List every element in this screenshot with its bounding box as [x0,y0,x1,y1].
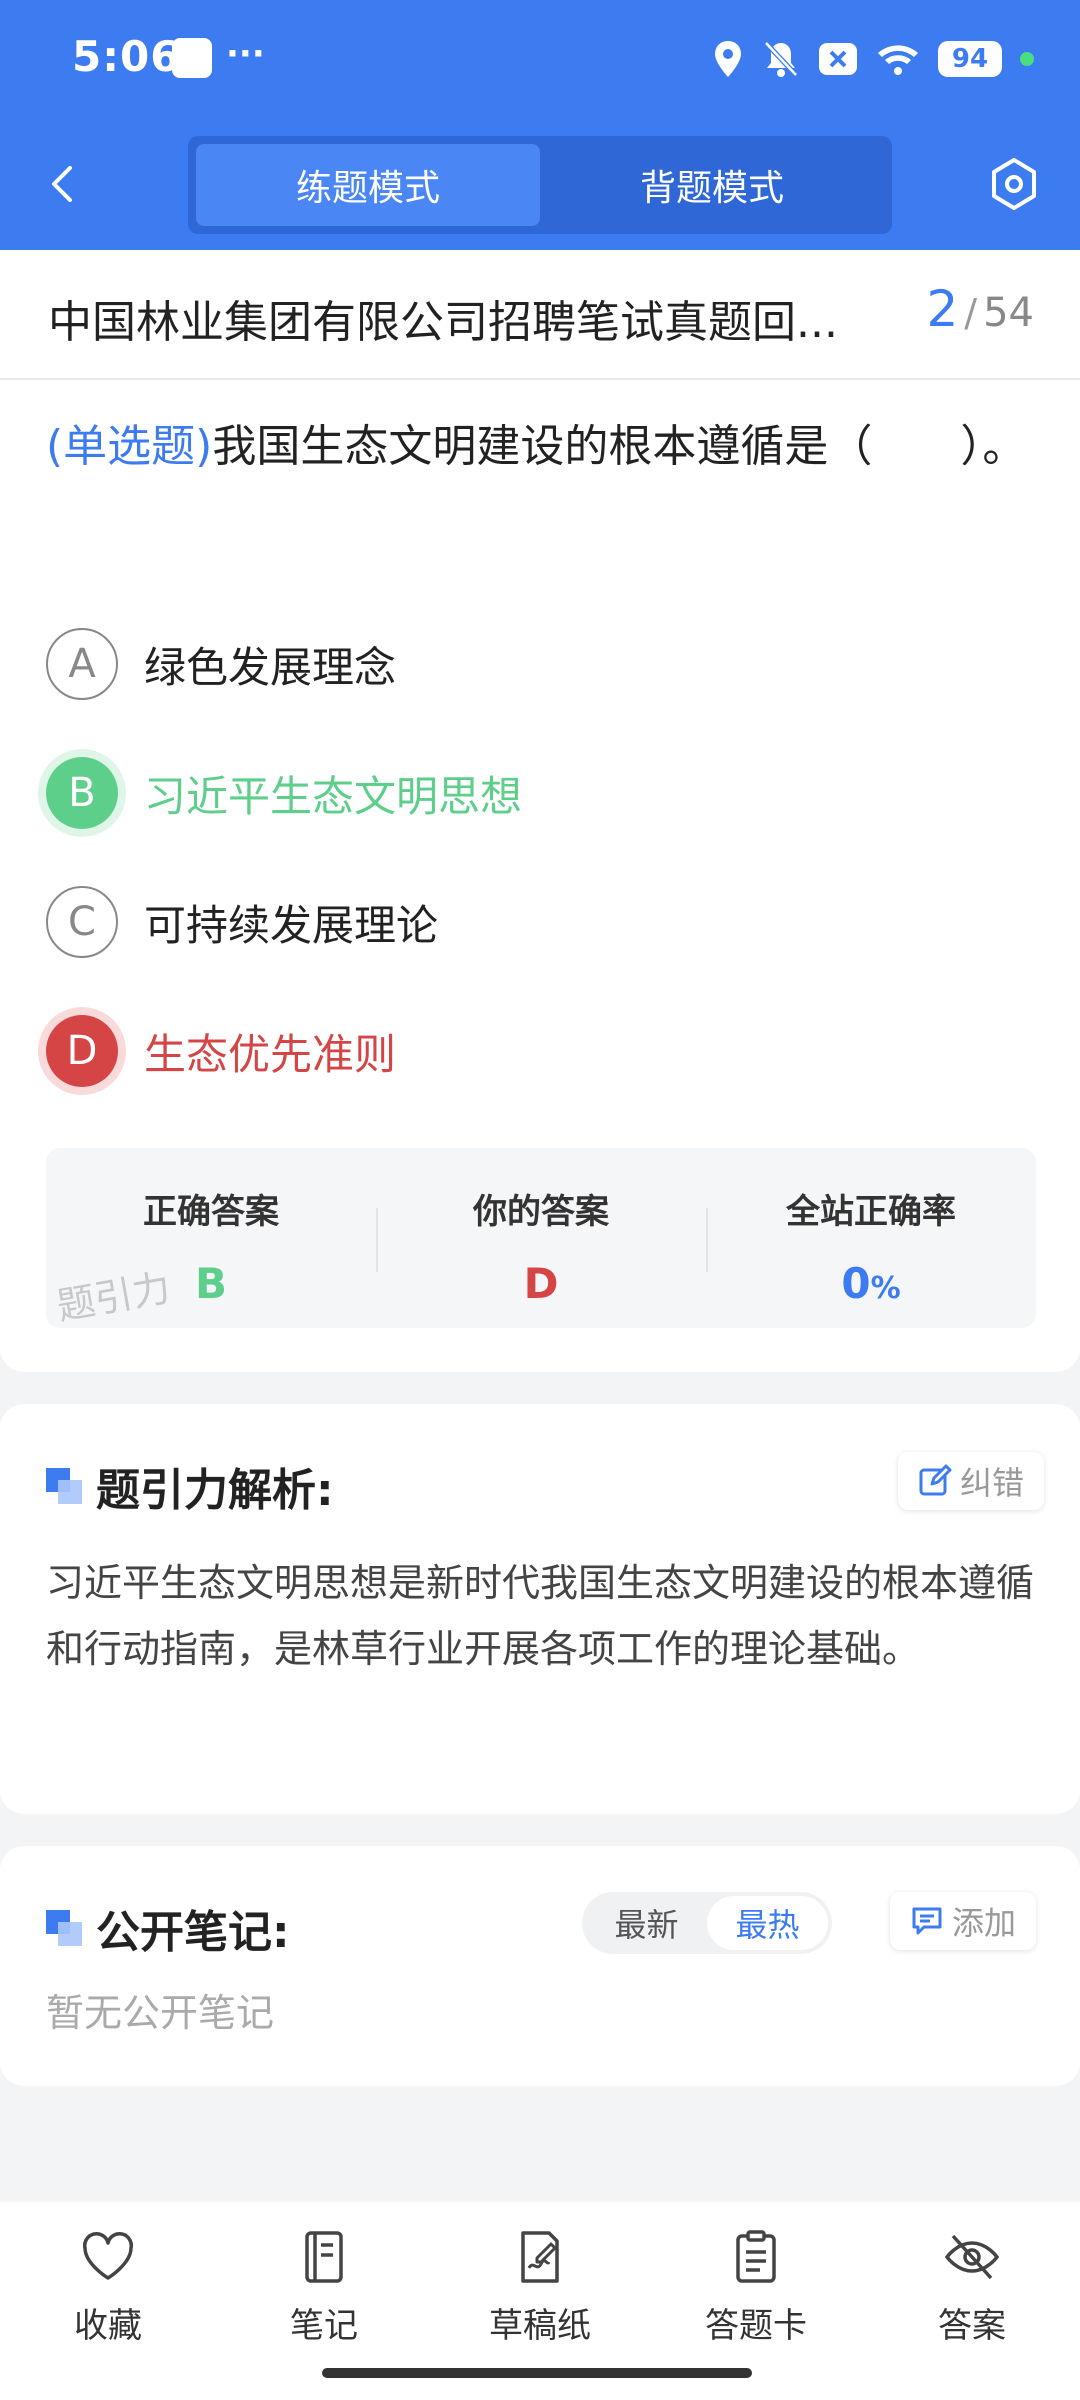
question-type: (单选题) [46,421,213,472]
notebook-icon [305,2231,343,2283]
notes-label: 笔记 [290,2306,358,2346]
section-squares-icon [46,1910,82,1946]
avatar [172,38,212,78]
favorite-button[interactable]: 收藏 [0,2202,216,2400]
mode-switch: 练题模式 背题模式 [188,136,892,234]
paper-title: 中国林业集团有限公司招聘笔试真题回... [48,297,838,348]
tab-memorize-mode[interactable]: 背题模式 [540,144,884,226]
your-answer-label: 你的答案 [473,1192,609,1232]
accuracy-label: 全站正确率 [786,1192,956,1232]
edit-icon [919,1464,952,1496]
close-box-icon [819,43,857,75]
wifi-icon [878,45,918,75]
question-stem: (单选题)我国生态文明建设的根本遵循是（ ）。 [46,400,1036,494]
option-text: 习近平生态文明思想 [144,771,523,821]
accuracy-unit: % [870,1271,901,1306]
your-answer-col: 你的答案 D [376,1148,706,1328]
app-header: 5:06 ··· 94 练题模式 背题模式 [0,0,1080,250]
add-note-label: 添加 [952,1904,1017,1942]
favorite-label: 收藏 [74,2306,142,2346]
counter-separator: / [964,291,978,335]
option-text: 可持续发展理论 [144,900,439,950]
correct-answer-label: 正确答案 [143,1192,279,1232]
option-d[interactable]: D 生态优先准则 [46,1013,396,1089]
question-card: 中国林业集团有限公司招聘笔试真题回... 2 / 54 (单选题)我国生态文明建… [0,250,1080,1372]
option-b[interactable]: B 习近平生态文明思想 [46,755,522,831]
scratch-paper-label: 草稿纸 [489,2306,591,2346]
watermark: 题引力 [53,1265,174,1329]
heart-icon [82,2232,134,2280]
section-squares-icon [46,1468,82,1504]
answer-summary: 正确答案 B 题引力 你的答案 D 全站正确率 0% [46,1148,1036,1329]
notes-sort-toggle: 最新 最热 [582,1892,832,1954]
accuracy-value: 0% [841,1259,900,1308]
paper-title-row: 中国林业集团有限公司招聘笔试真题回... 2 / 54 [0,250,1080,380]
settings-hexagon-icon[interactable] [986,156,1042,212]
notes-title: 公开笔记: [96,1907,290,1958]
option-c[interactable]: C 可持续发展理论 [46,884,438,960]
your-answer-value: D [523,1259,559,1308]
status-icons: 94 [712,36,1034,82]
option-text: 生态优先准则 [144,1029,397,1079]
option-letter: A [46,628,118,700]
status-bar: 5:06 ··· 94 [0,0,1080,118]
sort-latest[interactable]: 最新 [586,1896,707,1950]
home-indicator [322,2368,752,2378]
accuracy-col: 全站正确率 0% [706,1148,1036,1328]
option-letter: D [46,1015,118,1087]
status-time: 5:06 [72,32,181,81]
total-questions: 54 [983,290,1034,336]
report-error-label: 纠错 [960,1464,1025,1502]
show-answer-button[interactable]: 答案 [864,2202,1080,2400]
location-icon [715,41,741,77]
question-text: 我国生态文明建设的根本遵循是（ ）。 [212,421,1027,472]
answer-card-icon [736,2230,776,2283]
back-arrow-icon[interactable] [40,160,88,208]
privacy-dot [1020,52,1034,66]
eye-off-icon [944,2234,1000,2280]
bell-muted-icon [764,41,798,77]
correct-answer-value: B [194,1259,227,1308]
public-notes-card: 公开笔记: 最新 最热 添加 暂无公开笔记 [0,1846,1080,2086]
answer-sheet-label: 答题卡 [705,2306,807,2346]
empty-notes-text: 暂无公开笔记 [46,1991,275,2035]
analysis-title: 题引力解析: [96,1465,334,1516]
current-question-number: 2 [926,280,959,338]
sort-hot[interactable]: 最热 [707,1896,828,1950]
accuracy-number: 0 [841,1259,871,1308]
more-notifications: ··· [226,34,265,74]
question-counter: 2 / 54 [926,280,1034,338]
option-letter: C [46,886,118,958]
analysis-header: 题引力解析: [46,1454,334,1518]
show-answer-label: 答案 [938,2306,1006,2346]
option-letter: B [46,757,118,829]
analysis-card: 题引力解析: 纠错 习近平生态文明思想是新时代我国生态文明建设的根本遵循和行动指… [0,1404,1080,1814]
option-text: 绿色发展理念 [144,642,397,692]
report-error-button[interactable]: 纠错 [898,1452,1045,1510]
draft-icon [521,2231,559,2283]
comment-icon [912,1907,942,1935]
correct-answer-col: 正确答案 B 题引力 [46,1148,376,1329]
tab-practice-mode[interactable]: 练题模式 [196,144,540,226]
option-a[interactable]: A 绿色发展理念 [46,626,396,702]
analysis-text: 习近平生态文明思想是新时代我国生态文明建设的根本遵循和行动指南，是林草行业开展各… [46,1561,1035,1671]
battery-indicator: 94 [938,41,1002,77]
add-note-button[interactable]: 添加 [890,1892,1037,1950]
notes-header: 公开笔记: [46,1896,290,1960]
